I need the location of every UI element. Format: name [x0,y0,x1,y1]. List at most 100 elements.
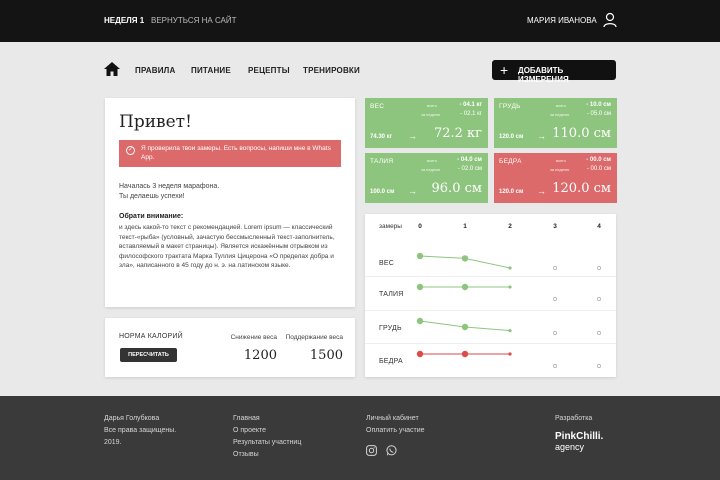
back-to-site-link[interactable]: ВЕРНУТЬСЯ НА САЙТ [151,16,237,25]
start-value: 74.30 кг [370,134,393,140]
week-delta: - 00.0 см [586,166,611,172]
arrow-right-icon: → [537,131,546,141]
current-value: 110.0 см [552,126,611,141]
progress-point [597,266,601,270]
progress-point [597,297,601,301]
footer-link-about[interactable]: О проекте [233,427,266,434]
footer: Дарья Голубкова Все права защищены. 2019… [0,396,720,480]
progress-row-label: ТАЛИЯ [379,291,404,298]
attention-heading: Обрати внимание: [119,213,184,220]
progress-point [553,297,557,301]
weight-loss-value: 1200 [243,348,277,363]
developer-logo[interactable]: PinkChilli. [555,431,603,442]
check-circle-icon: ✓ [126,146,135,155]
week-label: за неделю [550,167,570,172]
measurement-card-hips[interactable]: БЕДРА всего - 00.0 см за неделю - 00.0 см 120… [494,153,617,203]
measurement-card-weight[interactable]: ВЕС всего - 04.1 кг за неделю - 02.1 кг 74.30… [365,98,488,148]
start-value: 120.0 см [499,134,524,140]
progress-point [416,350,424,358]
intro-text: Началась 3 неделя марафона. Ты делаешь у… [119,182,341,202]
progress-point [416,252,424,260]
developer-logo-sub: agency [555,442,585,452]
progress-row-label: БЕДРА [379,358,403,365]
week-label: НЕДЕЛЯ 1 [104,16,145,25]
main-nav: ПРАВИЛА ПИТАНИЕ РЕЦЕПТЫ ТРЕНИРОВКИ + ДОБ… [104,60,616,84]
row-divider [365,310,616,311]
footer-cabinet-link[interactable]: Личный кабинет [366,415,419,422]
progress-point [461,255,469,262]
week-label: за неделю [421,112,441,117]
footer-dev-label: Разработка [555,415,593,422]
progress-point [508,329,512,333]
calories-card: НОРМА КАЛОРИЙ ПЕРЕСЧИТАТЬ Снижение веса … [105,318,355,377]
progress-card: замеры 0 1 2 3 4 ВЕС ТАЛИЯ ГРУДЬ БЕДРА [365,214,616,377]
progress-point [461,283,469,291]
instagram-icon[interactable] [366,445,377,456]
recommendation-text: и здесь какой-то текст с рекомендацией. … [119,224,335,269]
nav-item-recipes[interactable]: РЕЦЕПТЫ [248,66,290,75]
weight-keep-label: Поддержание веса [285,334,343,341]
user-name[interactable]: МАРИЯ ИВАНОВА [527,16,597,25]
whatsapp-icon[interactable] [386,445,397,456]
week-delta: - 02.1 кг [460,111,482,117]
total-label: всего [427,158,437,163]
alert-text: Я проверила твои замеры. Есть вопросы, н… [141,145,331,161]
progress-point [416,283,424,291]
start-value: 100.0 см [370,189,395,195]
footer-link-results[interactable]: Результаты участниц [233,439,301,446]
user-icon[interactable] [603,12,617,28]
recalculate-button[interactable]: ПЕРЕСЧИТАТЬ [120,348,177,362]
total-label: всего [427,103,437,108]
footer-rights: Все права защищены. [104,427,177,434]
progress-point [597,364,601,368]
progress-row-label: ГРУДЬ [379,325,402,332]
arrow-right-icon: → [537,186,546,196]
arrow-right-icon: → [408,186,417,196]
progress-point [461,350,469,358]
total-delta: - 04.1 кг [459,102,482,108]
current-value: 96.0 см [431,181,482,196]
intro-line-1: Началась 3 неделя марафона. [119,183,220,190]
total-delta: - 04.0 см [457,157,482,163]
calories-title: НОРМА КАЛОРИЙ [119,333,183,340]
add-measurements-button[interactable]: + ДОБАВИТЬ ИЗМЕРЕНИЯ [492,60,616,84]
total-delta: - 10.0 см [586,102,611,108]
progress-point [553,331,557,335]
footer-link-home[interactable]: Главная [233,415,260,422]
measurement-name: БЕДРА [499,158,522,165]
arrow-right-icon: → [408,131,417,141]
measurement-card-chest[interactable]: ГРУДЬ всего - 10.0 см за неделю - 05.0 см 120… [494,98,617,148]
progress-point [461,323,469,331]
greeting-title: Привет! [119,112,192,132]
footer-link-reviews[interactable]: Отзывы [233,451,259,458]
total-label: всего [556,103,566,108]
progress-point [508,266,512,270]
plus-icon: + [500,62,509,78]
progress-point [553,364,557,368]
measurement-name: ГРУДЬ [499,103,521,110]
footer-pay-link[interactable]: Оплатить участие [366,427,425,434]
home-icon[interactable] [104,62,120,76]
measurement-card-waist[interactable]: ТАЛИЯ всего - 04.0 см за неделю - 02.0 см 100… [365,153,488,203]
weight-keep-value: 1500 [309,348,343,363]
current-value: 120.0 см [552,181,611,196]
week-label: за неделю [550,112,570,117]
total-delta: - 00.0 см [586,157,611,163]
intro-line-2: Ты делаешь успехи! [119,193,185,200]
nav-item-nutrition[interactable]: ПИТАНИЕ [191,66,231,75]
progress-point [553,266,557,270]
nav-item-workouts[interactable]: ТРЕНИРОВКИ [303,66,360,75]
nav-item-rules[interactable]: ПРАВИЛА [135,66,175,75]
progress-point [416,317,424,325]
footer-year: 2019. [104,439,122,446]
add-measurements-label: ДОБАВИТЬ ИЗМЕРЕНИЯ [518,66,569,84]
progress-point [597,331,601,335]
start-value: 120.0 см [499,189,524,195]
footer-author: Дарья Голубкова [104,415,160,422]
measurement-name: ТАЛИЯ [370,158,394,165]
progress-row-label: ВЕС [379,260,394,267]
row-divider [365,276,616,277]
greeting-card: Привет! ✓ Я проверила твои замеры. Есть … [105,98,355,307]
weight-loss-label: Снижение веса [230,334,277,341]
progress-point [508,285,512,289]
